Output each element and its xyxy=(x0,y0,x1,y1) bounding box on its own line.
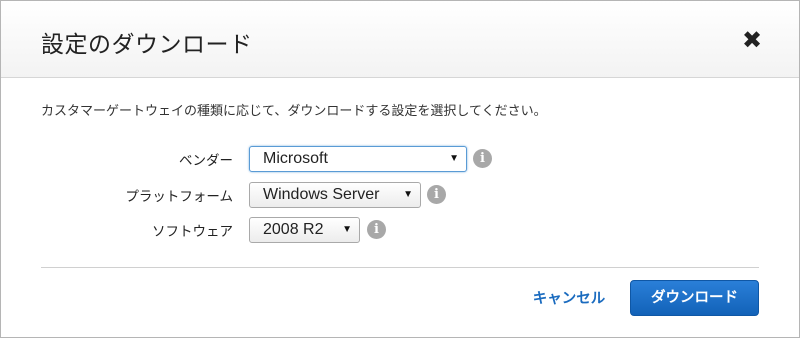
chevron-down-icon: ▼ xyxy=(342,224,352,235)
download-config-dialog: 設定のダウンロード ✖ カスタマーゲートウェイの種類に応じて、ダウンロードする設… xyxy=(0,0,800,338)
download-button[interactable]: ダウンロード xyxy=(630,280,759,316)
software-select[interactable]: 2008 R2 ▼ xyxy=(249,217,360,243)
info-icon[interactable]: i xyxy=(427,185,446,204)
platform-select-value: Windows Server xyxy=(263,186,380,203)
platform-row: プラットフォーム Windows Server ▼ i xyxy=(1,182,800,208)
vendor-select[interactable]: Microsoft ▼ xyxy=(249,146,467,172)
cancel-button[interactable]: キャンセル xyxy=(521,288,617,310)
dialog-title: 設定のダウンロード xyxy=(41,32,253,58)
software-row: ソフトウェア 2008 R2 ▼ i xyxy=(1,217,800,243)
dialog-header: 設定のダウンロード ✖ xyxy=(1,1,799,78)
platform-select[interactable]: Windows Server ▼ xyxy=(249,182,421,208)
vendor-row: ベンダー Microsoft ▼ i xyxy=(1,146,800,172)
software-label: ソフトウェア xyxy=(152,224,233,240)
software-select-value: 2008 R2 xyxy=(263,221,324,238)
dialog-description: カスタマーゲートウェイの種類に応じて、ダウンロードする設定を選択してください。 xyxy=(41,104,547,119)
info-icon[interactable]: i xyxy=(367,220,386,239)
platform-label: プラットフォーム xyxy=(125,189,233,205)
vendor-select-value: Microsoft xyxy=(263,150,328,167)
footer-divider xyxy=(41,267,759,268)
info-icon[interactable]: i xyxy=(473,149,492,168)
chevron-down-icon: ▼ xyxy=(403,189,413,200)
close-icon[interactable]: ✖ xyxy=(741,27,763,53)
chevron-down-icon: ▼ xyxy=(449,153,459,164)
vendor-label: ベンダー xyxy=(179,153,233,169)
